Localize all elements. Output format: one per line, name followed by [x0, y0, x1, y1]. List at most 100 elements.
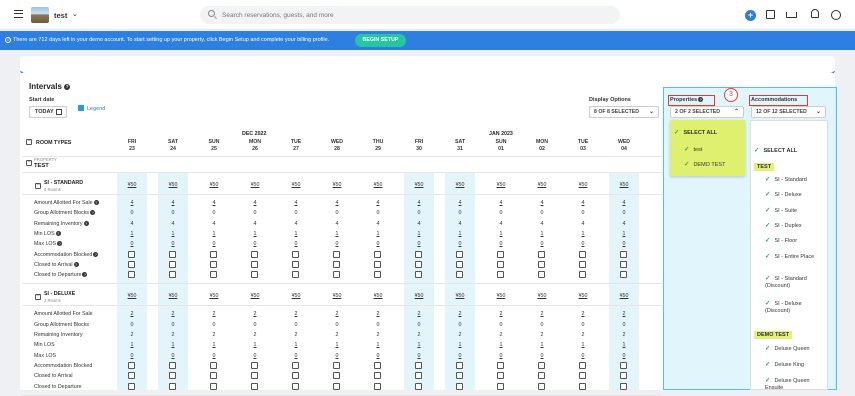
value-cell[interactable]: 4	[363, 200, 393, 206]
checkbox[interactable]	[210, 361, 217, 369]
value-cell[interactable]: 2	[158, 311, 188, 317]
rate-cell[interactable]: ¥50	[281, 182, 311, 188]
accommodation-option[interactable]: ✓ SI - Suite	[765, 207, 825, 215]
value-cell[interactable]: 1	[240, 231, 270, 237]
account-icon[interactable]	[831, 10, 841, 20]
rate-cell[interactable]: ¥50	[486, 182, 516, 188]
accommodation-option[interactable]: ✓ SI - Floor	[765, 237, 825, 245]
help-icon[interactable]: ?	[64, 84, 71, 90]
value-cell[interactable]: 0	[568, 241, 598, 247]
checkbox[interactable]	[579, 260, 586, 268]
rate-cell[interactable]: ¥50	[404, 293, 434, 299]
rate-cell[interactable]: ¥50	[527, 182, 557, 188]
checkbox[interactable]	[497, 372, 504, 380]
value-cell[interactable]: 2	[445, 311, 475, 317]
value-cell[interactable]: 1	[199, 342, 229, 348]
checkbox[interactable]	[169, 372, 176, 380]
value-cell[interactable]: 2	[486, 311, 516, 317]
legend-link[interactable]: Legend	[78, 105, 105, 112]
checkbox[interactable]	[128, 250, 135, 258]
value-cell[interactable]: 0	[199, 241, 229, 247]
rate-cell[interactable]: ¥50	[404, 182, 434, 188]
value-cell[interactable]: 1	[117, 342, 147, 348]
value-cell[interactable]: 0	[281, 241, 311, 247]
collapse-room-icon[interactable]: −	[35, 293, 41, 301]
value-cell[interactable]: 0	[486, 353, 516, 359]
value-cell[interactable]: 1	[445, 231, 475, 237]
checkbox[interactable]	[169, 250, 176, 258]
value-cell[interactable]: 0	[322, 241, 352, 247]
checkbox[interactable]	[456, 361, 463, 369]
value-cell[interactable]: 4	[322, 200, 352, 206]
collapse-all-icon[interactable]: −	[26, 138, 32, 145]
checkbox[interactable]	[374, 372, 381, 380]
value-cell[interactable]: 4	[281, 200, 311, 206]
checkbox[interactable]	[538, 382, 545, 390]
value-cell[interactable]: 2	[404, 311, 434, 317]
value-cell[interactable]: 0	[404, 353, 434, 359]
checkbox[interactable]	[415, 372, 422, 380]
value-cell[interactable]: 2	[117, 311, 147, 317]
value-cell[interactable]: 1	[486, 231, 516, 237]
accommodations-select[interactable]: 12 OF 12 SELECTED ⌄	[751, 106, 826, 118]
value-cell[interactable]: 1	[281, 342, 311, 348]
accommodation-option[interactable]: ✓ Deluxe Queen	[765, 345, 825, 353]
checkbox[interactable]	[333, 361, 340, 369]
checkbox[interactable]	[210, 372, 217, 380]
checkbox[interactable]	[538, 260, 545, 268]
value-cell[interactable]: 1	[568, 231, 598, 237]
checkbox[interactable]	[374, 250, 381, 258]
checkbox[interactable]	[333, 260, 340, 268]
checkbox[interactable]	[292, 260, 299, 268]
checkbox[interactable]	[456, 382, 463, 390]
checkbox[interactable]	[620, 372, 627, 380]
checkbox[interactable]	[497, 271, 504, 279]
value-cell[interactable]: 0	[240, 241, 270, 247]
rate-cell[interactable]: ¥50	[609, 182, 639, 188]
value-cell[interactable]: 0	[117, 241, 147, 247]
value-cell[interactable]: 1	[199, 231, 229, 237]
checkbox[interactable]	[415, 250, 422, 258]
checkbox[interactable]	[333, 271, 340, 279]
begin-setup-button[interactable]: BEGIN SETUP	[355, 34, 406, 47]
checkbox[interactable]	[251, 361, 258, 369]
checkbox[interactable]	[210, 271, 217, 279]
rate-cell[interactable]: ¥50	[281, 293, 311, 299]
checkbox[interactable]	[620, 382, 627, 390]
help-icon[interactable]: ?	[93, 200, 99, 205]
value-cell[interactable]: 2	[527, 311, 557, 317]
today-button[interactable]: TODAY	[29, 106, 67, 118]
properties-select[interactable]: 2 OF 2 SELECTED ⌃	[670, 106, 744, 118]
checkbox[interactable]	[128, 271, 135, 279]
checkbox[interactable]	[497, 361, 504, 369]
rate-cell[interactable]: ¥50	[322, 182, 352, 188]
value-cell[interactable]: 0	[486, 241, 516, 247]
checkbox[interactable]	[128, 382, 135, 390]
checkbox[interactable]	[169, 361, 176, 369]
checkbox[interactable]	[456, 260, 463, 268]
checkbox[interactable]	[620, 260, 627, 268]
checkbox[interactable]	[579, 372, 586, 380]
value-cell[interactable]: 0	[445, 241, 475, 247]
checkbox[interactable]	[415, 361, 422, 369]
checkbox[interactable]	[251, 372, 258, 380]
checkbox[interactable]	[210, 382, 217, 390]
value-cell[interactable]: 0	[158, 241, 188, 247]
rate-cell[interactable]: ¥50	[117, 182, 147, 188]
value-cell[interactable]: 2	[609, 311, 639, 317]
accommodation-option[interactable]: ✓ SI - Standard (Discount)	[765, 275, 825, 290]
value-cell[interactable]: 2	[199, 311, 229, 317]
value-cell[interactable]: 2	[240, 311, 270, 317]
rate-cell[interactable]: ¥50	[158, 293, 188, 299]
value-cell[interactable]: 0	[445, 353, 475, 359]
value-cell[interactable]: 2	[363, 311, 393, 317]
value-cell[interactable]: 0	[117, 353, 147, 359]
checkbox[interactable]	[415, 382, 422, 390]
value-cell[interactable]: 0	[404, 241, 434, 247]
accommodation-option[interactable]: ✓ Deluxe King	[765, 361, 825, 369]
value-cell[interactable]: 1	[445, 342, 475, 348]
value-cell[interactable]: 0	[240, 353, 270, 359]
rate-cell[interactable]: ¥50	[445, 182, 475, 188]
checkbox[interactable]	[251, 271, 258, 279]
value-cell[interactable]: 4	[568, 200, 598, 206]
